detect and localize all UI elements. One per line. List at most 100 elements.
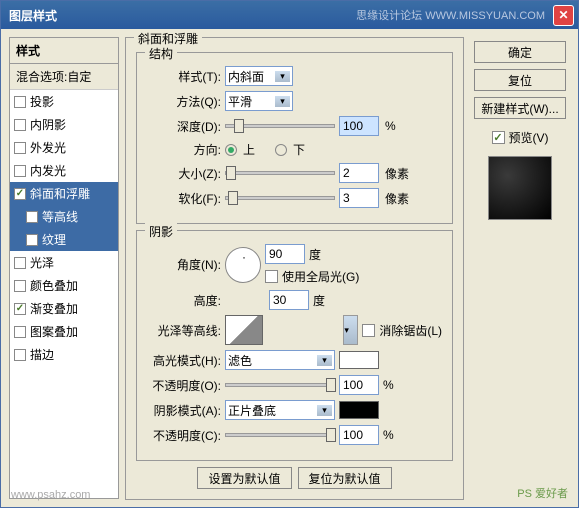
reset-default-button[interactable]: 复位为默认值 bbox=[298, 467, 392, 489]
style-label: 样式(T): bbox=[147, 68, 221, 85]
highlight-opacity-slider[interactable] bbox=[225, 383, 335, 387]
sidebar-item[interactable]: 斜面和浮雕 bbox=[10, 182, 118, 205]
sidebar-item-label: 等高线 bbox=[42, 208, 78, 225]
sidebar-item-label: 渐变叠加 bbox=[30, 300, 78, 317]
close-button[interactable]: ✕ bbox=[553, 5, 574, 26]
depth-input[interactable]: 100 bbox=[339, 116, 379, 136]
styles-sidebar: 样式 混合选项:自定 投影内阴影外发光内发光斜面和浮雕等高线纹理光泽颜色叠加渐变… bbox=[9, 37, 119, 499]
structure-legend: 结构 bbox=[145, 45, 177, 62]
shadow-opacity-input[interactable]: 100 bbox=[339, 425, 379, 445]
preview-label: 预览(V) bbox=[509, 129, 549, 146]
sidebar-item-label: 纹理 bbox=[42, 231, 66, 248]
depth-slider[interactable] bbox=[225, 124, 335, 128]
style-checkbox[interactable] bbox=[14, 119, 26, 131]
method-select[interactable]: 平滑▾ bbox=[225, 91, 293, 111]
chevron-down-icon: ▾ bbox=[317, 405, 332, 416]
style-checkbox[interactable] bbox=[14, 349, 26, 361]
sidebar-item[interactable]: 光泽 bbox=[10, 251, 118, 274]
structure-group: 结构 样式(T): 内斜面▾ 方法(Q): 平滑▾ 深度(D): 100 % bbox=[136, 52, 453, 224]
style-checkbox[interactable] bbox=[14, 303, 26, 315]
angle-label: 角度(N): bbox=[147, 256, 221, 273]
blend-options[interactable]: 混合选项:自定 bbox=[10, 64, 118, 90]
size-slider[interactable] bbox=[225, 171, 335, 175]
sidebar-item[interactable]: 外发光 bbox=[10, 136, 118, 159]
style-checkbox[interactable] bbox=[14, 280, 26, 292]
global-light-label: 使用全局光(G) bbox=[282, 268, 359, 285]
shadow-color-swatch[interactable] bbox=[339, 401, 379, 419]
watermark: PS 爱好者 bbox=[517, 485, 568, 501]
global-light-checkbox[interactable] bbox=[265, 270, 278, 283]
titlebar: 图层样式 思缘设计论坛 WWW.MISSYUAN.COM ✕ bbox=[1, 1, 578, 29]
soften-input[interactable]: 3 bbox=[339, 188, 379, 208]
make-default-button[interactable]: 设置为默认值 bbox=[197, 467, 291, 489]
style-checkbox[interactable] bbox=[14, 165, 26, 177]
window-title: 图层样式 bbox=[5, 7, 356, 24]
sidebar-item[interactable]: 图案叠加 bbox=[10, 320, 118, 343]
angle-wheel[interactable] bbox=[225, 247, 261, 283]
new-style-button[interactable]: 新建样式(W)... bbox=[474, 97, 566, 119]
style-checkbox[interactable] bbox=[26, 211, 38, 223]
highlight-mode-select[interactable]: 滤色▾ bbox=[225, 350, 335, 370]
cancel-button[interactable]: 复位 bbox=[474, 69, 566, 91]
chevron-down-icon: ▾ bbox=[275, 96, 290, 107]
highlight-color-swatch[interactable] bbox=[339, 351, 379, 369]
style-checkbox[interactable] bbox=[14, 188, 26, 200]
shadow-mode-label: 阴影模式(A): bbox=[147, 402, 221, 419]
altitude-input[interactable]: 30 bbox=[269, 290, 309, 310]
ok-button[interactable]: 确定 bbox=[474, 41, 566, 63]
sidebar-header: 样式 bbox=[10, 38, 118, 64]
antialias-label: 消除锯齿(L) bbox=[379, 322, 442, 339]
direction-label: 方向: bbox=[147, 141, 221, 158]
shading-legend: 阴影 bbox=[145, 223, 177, 240]
size-input[interactable]: 2 bbox=[339, 163, 379, 183]
direction-down-radio[interactable] bbox=[275, 144, 287, 156]
style-select[interactable]: 内斜面▾ bbox=[225, 66, 293, 86]
bevel-emboss-group: 斜面和浮雕 结构 样式(T): 内斜面▾ 方法(Q): 平滑▾ 深度(D): 1… bbox=[125, 37, 464, 500]
size-unit: 像素 bbox=[385, 165, 409, 182]
sidebar-item-label: 光泽 bbox=[30, 254, 54, 271]
sidebar-item[interactable]: 描边 bbox=[10, 343, 118, 366]
size-label: 大小(Z): bbox=[147, 165, 221, 182]
style-checkbox[interactable] bbox=[14, 96, 26, 108]
contour-picker[interactable] bbox=[225, 315, 263, 345]
shadow-mode-select[interactable]: 正片叠底▾ bbox=[225, 400, 335, 420]
sidebar-item-label: 颜色叠加 bbox=[30, 277, 78, 294]
chevron-down-icon: ▾ bbox=[275, 71, 290, 82]
style-checkbox[interactable] bbox=[14, 257, 26, 269]
style-checkbox[interactable] bbox=[14, 326, 26, 338]
watermark-url: www.psahz.com bbox=[11, 489, 90, 501]
sidebar-item[interactable]: 纹理 bbox=[10, 228, 118, 251]
sidebar-item[interactable]: 投影 bbox=[10, 90, 118, 113]
method-label: 方法(Q): bbox=[147, 93, 221, 110]
angle-input[interactable]: 90 bbox=[265, 244, 305, 264]
soften-unit: 像素 bbox=[385, 190, 409, 207]
sidebar-item-label: 投影 bbox=[30, 93, 54, 110]
sidebar-item-label: 内阴影 bbox=[30, 116, 66, 133]
soften-slider[interactable] bbox=[225, 196, 335, 200]
sidebar-item[interactable]: 等高线 bbox=[10, 205, 118, 228]
sidebar-item[interactable]: 颜色叠加 bbox=[10, 274, 118, 297]
sidebar-item-label: 斜面和浮雕 bbox=[30, 185, 90, 202]
preview-swatch bbox=[488, 156, 552, 220]
preview-checkbox[interactable] bbox=[492, 131, 505, 144]
altitude-label: 高度: bbox=[147, 292, 221, 309]
sidebar-item[interactable]: 内阴影 bbox=[10, 113, 118, 136]
right-panel: 确定 复位 新建样式(W)... 预览(V) bbox=[470, 37, 570, 499]
chevron-down-icon[interactable]: ▾ bbox=[343, 315, 358, 345]
antialias-checkbox[interactable] bbox=[362, 324, 375, 337]
style-checkbox[interactable] bbox=[14, 142, 26, 154]
chevron-down-icon: ▾ bbox=[317, 355, 332, 366]
sidebar-item[interactable]: 内发光 bbox=[10, 159, 118, 182]
shadow-opacity-label: 不透明度(C): bbox=[147, 427, 221, 444]
depth-unit: % bbox=[385, 119, 396, 133]
shadow-opacity-slider[interactable] bbox=[225, 433, 335, 437]
direction-up-radio[interactable] bbox=[225, 144, 237, 156]
highlight-opacity-input[interactable]: 100 bbox=[339, 375, 379, 395]
soften-label: 软化(F): bbox=[147, 190, 221, 207]
sidebar-item[interactable]: 渐变叠加 bbox=[10, 297, 118, 320]
titlebar-brand: 思缘设计论坛 WWW.MISSYUAN.COM bbox=[356, 7, 553, 23]
style-checkbox[interactable] bbox=[26, 234, 38, 246]
contour-label: 光泽等高线: bbox=[147, 322, 221, 339]
highlight-opacity-label: 不透明度(O): bbox=[147, 377, 221, 394]
sidebar-item-label: 描边 bbox=[30, 346, 54, 363]
